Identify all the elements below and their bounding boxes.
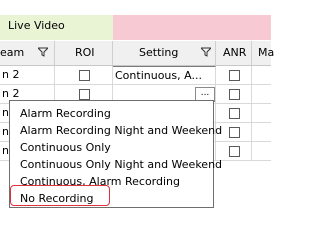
anr-checkbox[interactable] — [229, 89, 240, 100]
anr-checkbox[interactable] — [229, 146, 240, 157]
column-header-anr[interactable]: ANR — [216, 41, 252, 65]
cell-stream-text: n 2 — [2, 68, 20, 81]
filter-icon[interactable] — [201, 47, 211, 57]
cell-anr — [216, 85, 252, 103]
anr-checkbox[interactable] — [229, 108, 240, 119]
cell-more — [252, 142, 271, 160]
cell-more — [252, 66, 271, 84]
column-header-more[interactable]: Ma — [252, 41, 275, 65]
band-pink-section — [113, 15, 271, 40]
cell-anr — [216, 66, 252, 84]
column-header-stream[interactable]: eam — [0, 41, 55, 65]
cell-more — [252, 104, 271, 122]
cell-setting[interactable]: Continuous, A... — [113, 66, 216, 84]
highlight-no-recording — [10, 185, 110, 206]
column-label-setting: Setting — [139, 46, 179, 59]
live-video-band: Live Video — [0, 15, 113, 40]
filter-icon[interactable] — [38, 47, 48, 57]
dropdown-option-alarm-recording[interactable]: Alarm Recording — [20, 107, 111, 120]
dropdown-option-continuous-only-night-weekend[interactable]: Continuous Only Night and Weekend — [20, 158, 222, 171]
cell-stream: n 2 — [0, 66, 55, 84]
column-label-roi: ROI — [75, 46, 95, 59]
cell-more — [252, 123, 271, 141]
setting-value: Continuous, A... — [115, 69, 202, 82]
grid-header: eam ROI Setting ANR Ma — [0, 41, 275, 66]
column-label-anr: ANR — [223, 46, 247, 59]
cell-stream-text: n 2 — [2, 87, 20, 100]
cell-anr — [216, 104, 252, 122]
anr-checkbox[interactable] — [229, 127, 240, 138]
column-header-setting[interactable]: Setting — [113, 41, 216, 65]
live-video-label: Live Video — [8, 19, 65, 32]
table-row[interactable]: n 2 Continuous, A... — [0, 66, 271, 85]
column-label-more: Ma — [258, 46, 275, 59]
roi-checkbox[interactable] — [79, 89, 90, 100]
cell-roi — [55, 66, 113, 84]
dropdown-option-alarm-recording-night-weekend[interactable]: Alarm Recording Night and Weekend — [20, 124, 222, 137]
roi-checkbox[interactable] — [79, 70, 90, 81]
anr-checkbox[interactable] — [229, 70, 240, 81]
dropdown-option-continuous-only[interactable]: Continuous Only — [20, 141, 111, 154]
cell-more — [252, 85, 271, 103]
column-label-stream: eam — [0, 46, 25, 59]
column-header-roi[interactable]: ROI — [55, 41, 113, 65]
